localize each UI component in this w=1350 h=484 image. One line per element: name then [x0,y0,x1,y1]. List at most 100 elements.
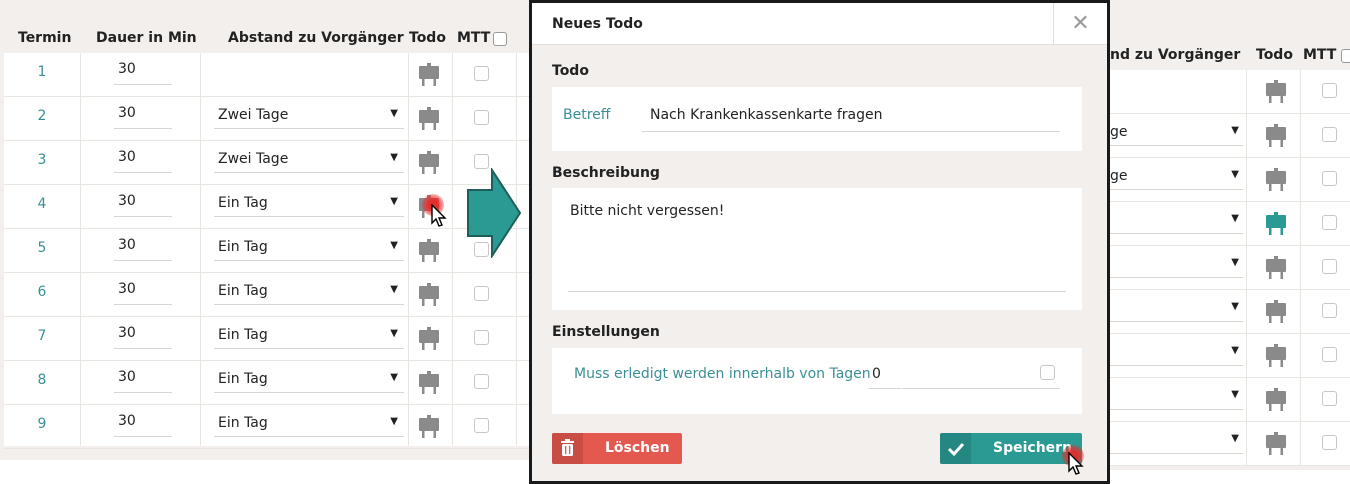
mtt-checkbox[interactable] [1322,215,1337,230]
termin-number[interactable]: 2 [4,108,80,124]
abstand-select-value: Ein Tag [218,195,268,211]
table-row: 9 30 Ein Tag ▼ [4,405,530,449]
table-row: 2 30 Zwei Tage ▼ [4,97,530,141]
save-button[interactable]: Speichern [940,433,1082,464]
arrow-right-icon [467,168,522,258]
easel-icon[interactable] [417,239,441,267]
mtt-checkbox[interactable] [1322,171,1337,186]
abstand-select[interactable]: ▼ [1110,430,1243,454]
mtt-checkbox[interactable] [1322,347,1337,362]
dialog-title: Neues Todo [552,16,643,32]
right-table-panel: nd zu Vorgänger Todo MTT ge ▼ ge ▼ ▼ ▼ ▼ ▼ ▼ ▼ [1110,0,1350,470]
easel-icon[interactable] [417,327,441,355]
termin-number[interactable]: 9 [4,416,80,432]
easel-icon[interactable] [1264,212,1288,240]
easel-icon[interactable] [417,63,441,91]
right-table-body: ge ▼ ge ▼ ▼ ▼ ▼ ▼ ▼ ▼ [1110,70,1350,466]
close-button[interactable]: ✕ [1053,3,1107,45]
chevron-down-icon: ▼ [390,328,398,339]
betreff-input[interactable]: Nach Krankenkassenkarte fragen [650,107,882,123]
easel-icon[interactable] [1264,124,1288,152]
abstand-select-value: Ein Tag [218,327,268,343]
easel-icon[interactable] [417,415,441,443]
abstand-select[interactable]: ▼ [1110,298,1243,322]
duration-input[interactable]: 30 [114,61,172,85]
easel-icon[interactable] [417,371,441,399]
header-abstand: Abstand zu Vorgänger [228,30,404,46]
easel-icon[interactable] [417,283,441,311]
abstand-select[interactable]: ge ▼ [1110,122,1243,146]
mtt-select-all-checkbox[interactable] [1341,49,1350,63]
abstand-select[interactable]: Zwei Tage ▼ [214,105,404,129]
abstand-select[interactable]: ▼ [1110,342,1243,366]
beschreibung-textarea[interactable]: Bitte nicht vergessen! [570,203,724,219]
easel-icon[interactable] [1264,300,1288,328]
duration-input[interactable]: 30 [114,237,172,261]
days-input[interactable]: 0 [872,366,881,382]
mtt-checkbox[interactable] [1322,259,1337,274]
termin-number[interactable]: 5 [4,240,80,256]
duration-input[interactable]: 30 [114,325,172,349]
abstand-select[interactable]: Ein Tag ▼ [214,369,404,393]
termin-number[interactable]: 3 [4,152,80,168]
mtt-checkbox[interactable] [474,286,489,301]
chevron-down-icon: ▼ [390,108,398,119]
easel-icon[interactable] [1264,344,1288,372]
abstand-select[interactable]: Zwei Tage ▼ [214,149,404,173]
termin-number[interactable]: 1 [4,64,80,80]
chevron-down-icon: ▼ [1231,125,1239,136]
abstand-select[interactable]: Ein Tag ▼ [214,237,404,261]
easel-icon[interactable] [1264,168,1288,196]
duration-input[interactable]: 30 [114,149,172,173]
header-dauer: Dauer in Min [96,30,197,46]
abstand-select-value: ge [1110,168,1128,184]
termin-number[interactable]: 7 [4,328,80,344]
easel-icon[interactable] [1264,256,1288,284]
abstand-select[interactable]: ▼ [1110,386,1243,410]
abstand-select[interactable]: Ein Tag ▼ [214,413,404,437]
mtt-checkbox[interactable] [474,330,489,345]
einstellungen-checkbox[interactable] [1040,365,1055,380]
duration-input[interactable]: 30 [114,369,172,393]
table-row: ▼ [1110,202,1350,246]
mtt-checkbox[interactable] [474,154,489,169]
mtt-checkbox[interactable] [474,66,489,81]
delete-button[interactable]: Löschen [552,433,682,464]
abstand-select[interactable]: ▼ [1110,210,1243,234]
abstand-select[interactable]: Ein Tag ▼ [214,325,404,349]
mtt-checkbox[interactable] [1322,391,1337,406]
easel-icon[interactable] [1264,80,1288,108]
duration-input[interactable]: 30 [114,193,172,217]
duration-input[interactable]: 30 [114,413,172,437]
easel-icon[interactable] [417,151,441,179]
mtt-checkbox[interactable] [1322,435,1337,450]
easel-icon[interactable] [1264,432,1288,460]
header-abstand: nd zu Vorgänger [1110,47,1241,63]
abstand-select[interactable]: ▼ [1110,254,1243,278]
duration-input[interactable]: 30 [114,281,172,305]
duration-input[interactable]: 30 [114,105,172,129]
termin-number[interactable]: 6 [4,284,80,300]
header-mtt: MTT [1303,47,1337,63]
left-table-panel: Termin Dauer in Min Abstand zu Vorgänger… [0,0,530,460]
table-row: 5 30 Ein Tag ▼ [4,229,530,273]
mtt-checkbox[interactable] [1322,303,1337,318]
termin-number[interactable]: 4 [4,196,80,212]
termin-number[interactable]: 8 [4,372,80,388]
abstand-select[interactable]: ge ▼ [1110,166,1243,190]
mtt-select-all-checkbox[interactable] [493,32,507,46]
mtt-checkbox[interactable] [474,374,489,389]
mtt-checkbox[interactable] [1322,83,1337,98]
table-row: ▼ [1110,290,1350,334]
easel-icon[interactable] [417,107,441,135]
abstand-select[interactable]: Ein Tag ▼ [214,281,404,305]
table-row: ▼ [1110,246,1350,290]
easel-icon[interactable] [1264,388,1288,416]
abstand-select[interactable]: Ein Tag ▼ [214,193,404,217]
check-icon [940,433,971,464]
mtt-checkbox[interactable] [474,418,489,433]
abstand-select-value: Ein Tag [218,371,268,387]
mtt-checkbox[interactable] [1322,127,1337,142]
mouse-cursor-icon [1068,452,1084,475]
mtt-checkbox[interactable] [474,110,489,125]
